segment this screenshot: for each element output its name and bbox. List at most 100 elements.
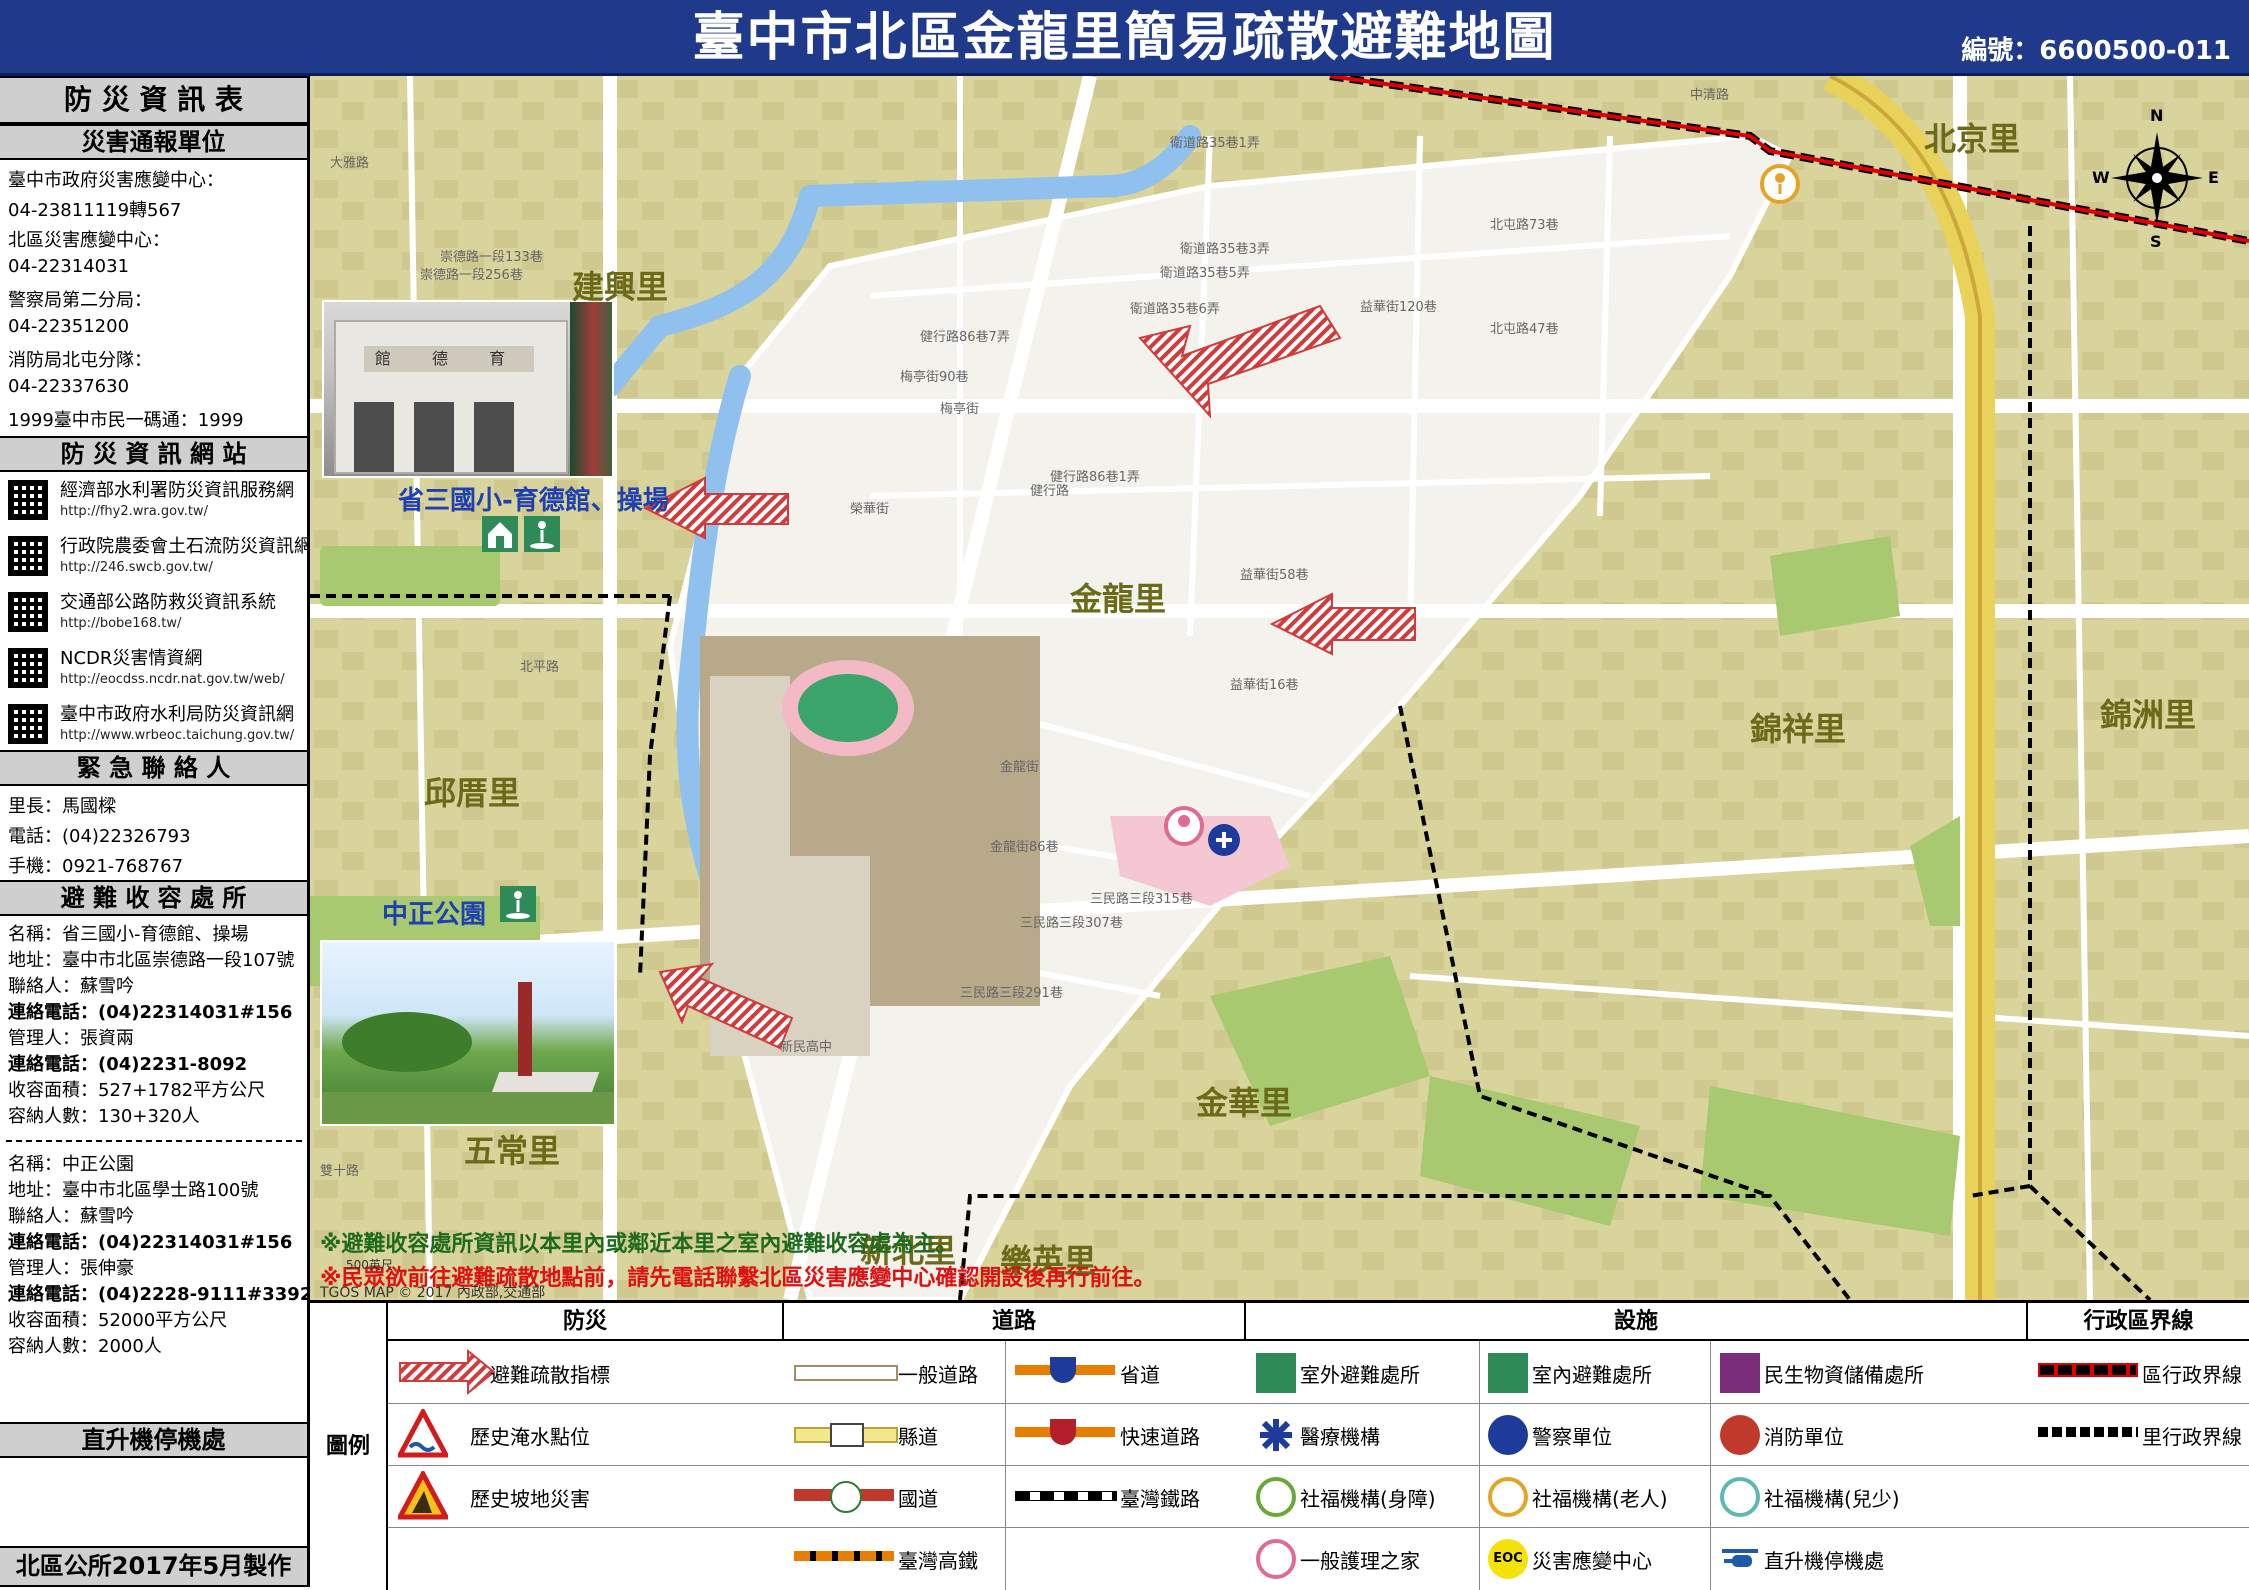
provincial-road-shield-icon (1050, 1357, 1076, 1383)
map-note-shelter-info: ※避難收容處所資訊以本里內或鄰近本里之室內避難收容處為主。 (320, 1232, 958, 1257)
panel-title: 防 災 資 訊 表 (0, 76, 307, 124)
sports-field (798, 674, 898, 742)
qr-code-icon (8, 592, 48, 632)
website-name[interactable]: 經濟部水利署防災資訊服務網 (60, 476, 294, 502)
park-statue-photo (320, 940, 616, 1126)
legend-label: 圖例 (310, 1303, 388, 1590)
village-boundary-symbol (2038, 1427, 2138, 1437)
legend-helipad: 直升機停機處 (1764, 1549, 1884, 1573)
street-label: 北平路 (520, 660, 560, 675)
qr-code-icon (8, 704, 48, 744)
shelter-label-park: 中正公園 (382, 900, 487, 930)
shelter1-line: 連絡電話：(04)22314031#156 (8, 1002, 293, 1023)
report-line: 1999臺中市民一碼通：1999 (8, 410, 244, 431)
street-label: 新民高中 (780, 1040, 833, 1055)
helicopter-icon (1720, 1539, 1760, 1579)
medical-icon (1256, 1415, 1296, 1455)
village-label-jinlong: 金龍里 (1070, 580, 1167, 618)
shelter-separator (6, 1140, 302, 1142)
street-label: 北屯路47巷 (1490, 322, 1559, 337)
legend-nursing-home: 一般護理之家 (1300, 1549, 1420, 1573)
shelter2-line: 連絡電話：(04)2228-9111#33920 (8, 1284, 325, 1305)
village-label-jinzhou: 錦洲里 (2100, 696, 2197, 734)
village-label-beijing: 北京里 (1924, 120, 2021, 158)
legend-provincial-road: 省道 (1120, 1363, 1160, 1387)
website-url[interactable]: http://www.wrbeoc.taichung.gov.tw/ (60, 728, 294, 743)
shelter1-line: 收容面積：527+1782平方公尺 (8, 1080, 266, 1101)
indoor-shelter-icon (482, 516, 518, 552)
shelter1-line: 名稱：省三國小-育德館、操場 (8, 924, 249, 945)
report-line: 04-22314031 (8, 256, 130, 277)
district-boundary-symbol (2038, 1363, 2138, 1377)
website-url[interactable]: http://fhy2.wra.gov.tw/ (60, 504, 208, 519)
high-speed-rail-symbol (794, 1551, 894, 1561)
website-name[interactable]: 行政院農委會土石流防災資訊網 (60, 532, 312, 558)
qr-code-icon (8, 648, 48, 688)
street-label: 榮華街 (850, 502, 890, 517)
legend-district-boundary: 區行政界線 (2142, 1363, 2242, 1387)
legend-railway: 臺灣鐵路 (1120, 1487, 1200, 1511)
legend-county-road: 縣道 (898, 1425, 938, 1449)
legend-row-line (388, 1403, 2249, 1404)
legend-medical: 醫療機構 (1300, 1425, 1380, 1449)
shelter1-line: 容納人數：130+320人 (8, 1106, 200, 1127)
website-name[interactable]: 臺中市政府水利局防災資訊網 (60, 700, 294, 726)
map-code: 編號：6600500-011 (1961, 36, 2231, 66)
report-line: 消防局北屯分隊： (8, 350, 152, 371)
general-road-symbol (794, 1365, 898, 1381)
compass-north: N (2150, 106, 2164, 125)
street-label: 衛道路35巷1弄 (1170, 136, 1260, 151)
street-label: 金龍街 (1000, 760, 1040, 775)
legend-head-roads: 道路 (784, 1303, 1246, 1341)
website-name[interactable]: NCDR災害情資網 (60, 644, 202, 670)
street-label: 健行路 (1030, 484, 1070, 499)
street-label: 梅亭街 (940, 402, 980, 417)
street-label: 衛道路35巷3弄 (1180, 242, 1270, 257)
legend-general-road: 一般道路 (898, 1363, 978, 1387)
compass-south: S (2150, 232, 2162, 251)
website-name[interactable]: 交通部公路防救災資訊系統 (60, 588, 276, 614)
report-line: 04-23811119轉567 (8, 200, 182, 221)
shelter1-line: 聯絡人：蘇雪吟 (8, 976, 134, 997)
shelter2-line: 連絡電話：(04)22314031#156 (8, 1232, 293, 1253)
street-label: 益華街16巷 (1230, 678, 1299, 693)
shelter2-line: 名稱：中正公園 (8, 1154, 134, 1175)
shelter2-line: 容納人數：2000人 (8, 1336, 162, 1357)
legend-head-facilities: 設施 (1246, 1303, 2028, 1341)
legend-national-road: 國道 (898, 1487, 938, 1511)
website-url[interactable]: http://246.swcb.gov.tw/ (60, 560, 213, 575)
legend-child-welfare: 社福機構(兒少) (1764, 1487, 1900, 1511)
contact-line: 里長：馬國樑 (8, 796, 116, 817)
street-label: 益華街58巷 (1240, 568, 1309, 583)
village-label-qiucuo: 邱厝里 (424, 774, 521, 812)
county-road-shield-icon (830, 1423, 864, 1447)
street-label: 衛道路35巷5弄 (1160, 266, 1250, 281)
page-title: 臺中市北區金龍里簡易疏散避難地圖 (692, 8, 1557, 68)
info-panel: 防 災 資 訊 表 災害通報單位 臺中市政府災害應變中心： 04-2381111… (0, 76, 325, 1587)
qr-code-icon (8, 536, 48, 576)
legend-elderly-welfare: 社福機構(老人) (1532, 1487, 1668, 1511)
street-label: 崇德路一段133巷 (440, 250, 543, 265)
shelter2-line: 聯絡人：蘇雪吟 (8, 1206, 134, 1227)
street-label: 衛道路35巷6弄 (1130, 302, 1220, 317)
website-url[interactable]: http://eocdss.ncdr.nat.gov.tw/web/ (60, 672, 285, 687)
compass-east: E (2208, 168, 2219, 187)
legend-police: 警察單位 (1532, 1425, 1612, 1449)
compass-west: W (2092, 168, 2110, 187)
outdoor-shelter-icon (1256, 1353, 1296, 1393)
railway-symbol (1015, 1491, 1117, 1501)
report-units-heading: 災害通報單位 (0, 124, 307, 160)
map-scale: 500英尺 (346, 1258, 393, 1272)
indoor-shelter-icon (1488, 1353, 1528, 1393)
street-label: 梅亭街90巷 (900, 370, 969, 385)
evacuation-map[interactable]: N S E W 館 德 育 建興里 北京里 金龍里 錦祥里 錦洲里 邱厝里 金華… (310, 76, 2249, 1300)
outdoor-shelter-icon (524, 516, 560, 552)
legend-indoor-shelter: 室內避難處所 (1532, 1363, 1652, 1387)
website-url[interactable]: http://bobe168.tw/ (60, 616, 181, 631)
report-line: 警察局第二分局： (8, 290, 152, 311)
fire-station-icon (1720, 1415, 1760, 1455)
street-label: 三民路三段315巷 (1090, 892, 1193, 907)
street-label: 健行路86巷7弄 (920, 330, 1010, 345)
shelter1-line: 地址：臺中市北區崇德路一段107號 (8, 950, 295, 971)
flood-point-icon (398, 1409, 448, 1458)
